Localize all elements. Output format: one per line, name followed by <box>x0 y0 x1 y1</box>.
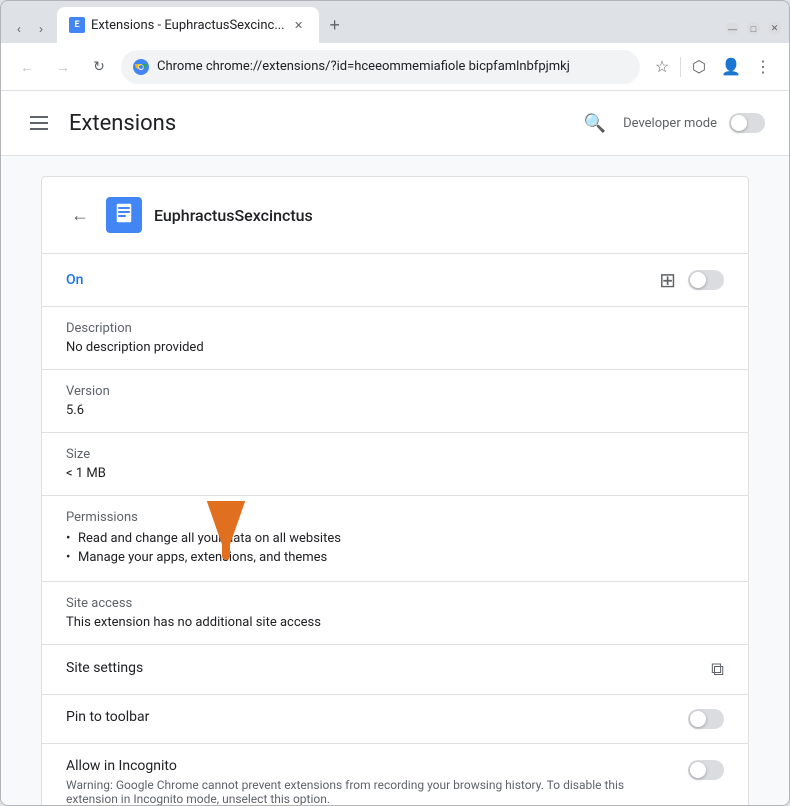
hamburger-icon <box>30 114 48 132</box>
chrome-logo-icon <box>133 59 149 75</box>
extension-status-row: On ⊞ <box>42 254 748 307</box>
tab-title: Extensions - EuphractusSexcinc... <box>91 18 285 33</box>
extension-puzzle-icon[interactable]: ⬡ <box>685 53 713 81</box>
extensions-header: Extensions 🔍 Developer mode <box>1 91 789 156</box>
permissions-label: Permissions <box>66 510 724 525</box>
description-row: Description No description provided <box>42 307 748 370</box>
extension-status-label: On <box>66 272 83 288</box>
orange-arrow-annotation-1 <box>196 501 256 575</box>
active-tab[interactable]: E Extensions - EuphractusSexcinc... ✕ <box>57 7 319 43</box>
address-bar-icons: ☆ ⬡ 👤 ⋮ <box>648 53 777 81</box>
permissions-row: Permissions Read and change all your dat… <box>42 496 748 582</box>
refresh-button[interactable]: ↻ <box>85 53 113 81</box>
page-title: Extensions <box>69 111 176 136</box>
divider <box>680 57 681 77</box>
extension-name: EuphractusSexcinctus <box>154 206 313 225</box>
external-link-icon[interactable]: ⧉ <box>711 659 724 680</box>
version-value: 5.6 <box>66 403 724 418</box>
grid-icon[interactable]: ⊞ <box>659 268 676 292</box>
site-access-value: This extension has no additional site ac… <box>66 615 724 630</box>
maximize-button[interactable]: □ <box>747 22 760 35</box>
allow-incognito-row: Allow in Incognito Warning: Google Chrom… <box>42 744 748 805</box>
extension-detail-header: ← EuphractusSexcinctus <box>42 177 748 254</box>
minimize-button[interactable]: — <box>726 22 739 35</box>
allow-incognito-content: Allow in Incognito Warning: Google Chrom… <box>66 758 676 805</box>
tab-favicon: E <box>69 17 85 33</box>
permission-item-2: Manage your apps, extensions, and themes <box>66 548 724 567</box>
allow-incognito-toggle[interactable] <box>688 760 724 780</box>
site-settings-label: Site settings <box>66 660 143 676</box>
pin-toolbar-label: Pin to toolbar <box>66 709 149 725</box>
tab-close-button[interactable]: ✕ <box>291 17 307 33</box>
size-row: Size < 1 MB <box>42 433 748 496</box>
search-button[interactable]: 🔍 <box>579 107 611 139</box>
extension-content: PCrisk <box>1 156 789 805</box>
extension-row-actions: ⊞ <box>659 268 724 292</box>
extensions-page: Extensions 🔍 Developer mode PCrisk <box>1 91 789 805</box>
address-bar: ← → ↻ Chrome Chrome chrome://extensions/… <box>1 43 789 91</box>
extension-enable-toggle[interactable] <box>688 270 724 290</box>
description-label: Description <box>66 321 724 336</box>
tab-nav-area: ‹ › <box>9 19 51 39</box>
pin-toolbar-toggle[interactable] <box>688 709 724 729</box>
back-button[interactable]: ← <box>66 201 94 229</box>
pin-toolbar-row: Pin to toolbar <box>42 695 748 744</box>
forward-nav-button[interactable]: → <box>49 53 77 81</box>
allow-incognito-warning: Warning: Google Chrome cannot prevent ex… <box>66 778 676 805</box>
address-input-area[interactable]: Chrome Chrome chrome://extensions/?id=hc… <box>121 50 640 84</box>
size-value: < 1 MB <box>66 466 724 481</box>
extension-icon <box>106 197 142 233</box>
extension-detail-card: ← EuphractusSexcinctus On <box>41 176 749 805</box>
extensions-header-right: 🔍 Developer mode <box>579 107 765 139</box>
tab-back-btn[interactable]: ‹ <box>9 19 29 39</box>
url-text: Chrome chrome://extensions/?id=hceeommem… <box>157 59 628 74</box>
permissions-list: Read and change all your data on all web… <box>66 529 724 567</box>
site-access-label: Site access <box>66 596 724 611</box>
permission-item-1: Read and change all your data on all web… <box>66 529 724 548</box>
version-row: Version 5.6 <box>42 370 748 433</box>
tab-bar: ‹ › E Extensions - EuphractusSexcinc... … <box>1 1 789 43</box>
browser-window: ‹ › E Extensions - EuphractusSexcinc... … <box>0 0 790 806</box>
site-access-row: Site access This extension has no additi… <box>42 582 748 645</box>
site-settings-row: Site settings ⧉ <box>42 645 748 695</box>
size-label: Size <box>66 447 724 462</box>
new-tab-button[interactable]: + <box>321 11 349 39</box>
allow-incognito-label: Allow in Incognito <box>66 758 676 774</box>
profile-icon[interactable]: 👤 <box>717 53 745 81</box>
developer-mode-label: Developer mode <box>623 116 717 131</box>
hamburger-menu-button[interactable] <box>25 109 53 137</box>
menu-icon[interactable]: ⋮ <box>749 53 777 81</box>
bookmark-icon[interactable]: ☆ <box>648 53 676 81</box>
back-nav-button[interactable]: ← <box>13 53 41 81</box>
description-value: No description provided <box>66 340 724 355</box>
window-controls: — □ ✕ <box>726 22 781 35</box>
version-label: Version <box>66 384 724 399</box>
close-button[interactable]: ✕ <box>768 22 781 35</box>
developer-mode-toggle[interactable] <box>729 113 765 133</box>
tab-forward-btn[interactable]: › <box>31 19 51 39</box>
